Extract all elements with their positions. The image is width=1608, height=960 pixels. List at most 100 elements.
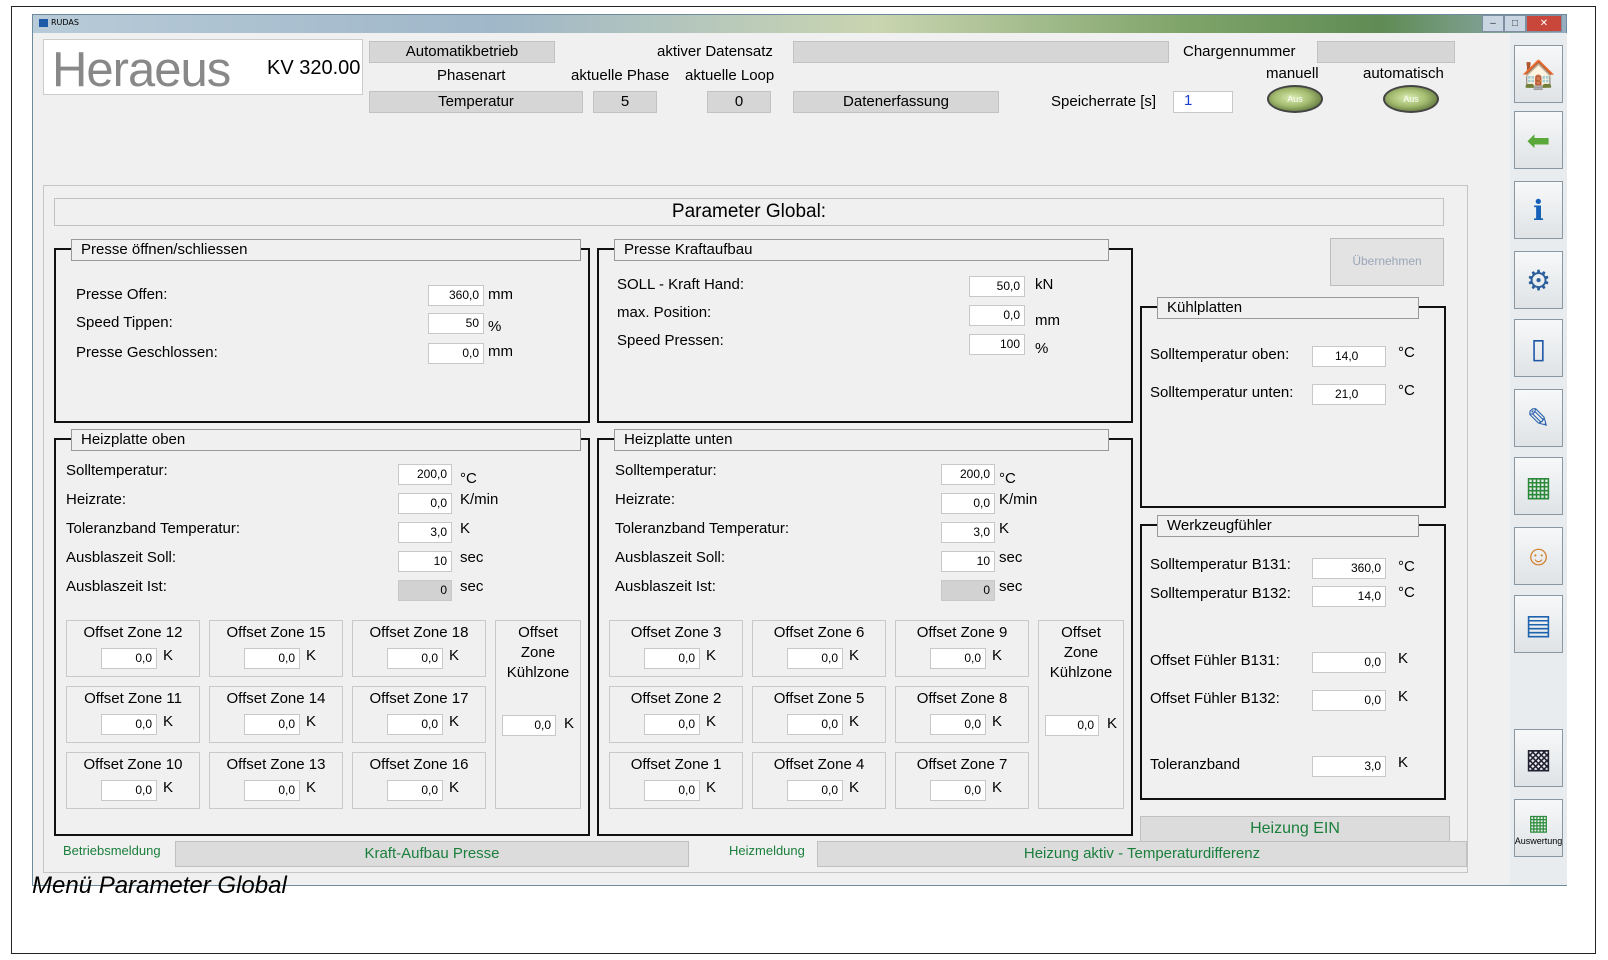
mode-display: Automatikbetrieb — [369, 41, 555, 63]
machine-icon[interactable]: ▩ — [1514, 729, 1563, 787]
zone-offset-unit: K — [449, 779, 460, 796]
oben-zone-cell: Offset Zone 17 0,0 K — [352, 686, 486, 743]
zone-offset-input[interactable]: 0,0 — [644, 648, 700, 669]
zone-offset-input[interactable]: 0,0 — [387, 714, 443, 735]
auto-label: automatisch — [1363, 65, 1444, 82]
zone-label: Offset Zone 4 — [773, 756, 865, 773]
wz-toleranz-input[interactable]: 3,0 — [1312, 756, 1386, 777]
ho-rate-unit: K/min — [460, 491, 499, 508]
hu-ausblas-soll-input[interactable]: 10 — [941, 551, 995, 572]
kraft-hand-input[interactable]: 50,0 — [969, 276, 1025, 297]
zone-offset-input[interactable]: 0,0 — [787, 714, 843, 735]
ho-rate-input[interactable]: 0,0 — [398, 493, 452, 514]
maximize-button[interactable]: □ — [1504, 15, 1526, 32]
group-kraft: Presse Kraftaufbau SOLL - Kraft Hand: 50… — [597, 239, 1133, 423]
monitor-chart-icon[interactable]: ▦ — [1514, 457, 1563, 515]
ho-tol-input[interactable]: 3,0 — [398, 522, 452, 543]
speed-pressen-label: Speed Pressen: — [617, 332, 724, 349]
current-phase-display: 5 — [593, 91, 657, 113]
wz-b132-offset-input[interactable]: 0,0 — [1312, 690, 1386, 711]
info-icon[interactable]: ℹ — [1514, 181, 1563, 239]
device-icon[interactable]: ▯ — [1514, 319, 1563, 377]
kuehl-oben-input[interactable]: 14,0 — [1312, 346, 1386, 367]
hu-tol-label: Toleranzband Temperatur: — [615, 520, 789, 537]
presse-closed-input[interactable]: 0,0 — [428, 343, 484, 364]
oben-zone-cell: Offset Zone 12 0,0 K — [66, 620, 200, 677]
zone-offset-unit: K — [992, 779, 1003, 796]
zone-label: Offset Zone 10 — [83, 756, 183, 773]
zone-offset-input[interactable]: 0,0 — [930, 714, 986, 735]
unten-zone-cell: Offset Zone 4 0,0 K — [752, 752, 886, 809]
zone-label: Offset Zone 14 — [226, 690, 326, 707]
wz-b131-soll-input[interactable]: 360,0 — [1312, 558, 1386, 579]
max-position-input[interactable]: 0,0 — [969, 305, 1025, 326]
group-presse-title: Presse öffnen/schliessen — [71, 239, 581, 261]
auto-toggle[interactable]: Aus — [1383, 85, 1439, 113]
ho-ausblas-soll-input[interactable]: 10 — [398, 551, 452, 572]
save-rate-label: Speicherrate [s] — [1051, 93, 1157, 110]
kuehl-unten-input[interactable]: 21,0 — [1312, 384, 1386, 405]
ho-soll-input[interactable]: 200,0 — [398, 464, 452, 485]
document-icon[interactable]: ▤ — [1514, 595, 1563, 653]
zone-offset-input[interactable]: 0,0 — [244, 780, 300, 801]
active-dataset-display — [793, 41, 1169, 63]
wz-b131-soll-unit: °C — [1398, 558, 1415, 575]
group-kraft-title: Presse Kraftaufbau — [614, 239, 1109, 261]
ho-soll-label: Solltemperatur: — [66, 462, 168, 479]
kuehlzone-offset-input[interactable]: 0,0 — [502, 715, 556, 736]
speed-pressen-input[interactable]: 100 — [969, 334, 1025, 355]
group-presse: Presse öffnen/schliessen Presse Offen: 3… — [54, 239, 590, 423]
user-icon[interactable]: ☺ — [1514, 527, 1563, 585]
wz-b132-soll-input[interactable]: 14,0 — [1312, 586, 1386, 607]
zone-offset-input[interactable]: 0,0 — [930, 780, 986, 801]
zone-offset-input[interactable]: 0,0 — [101, 648, 157, 669]
zone-offset-input[interactable]: 0,0 — [644, 780, 700, 801]
speed-tippen-input[interactable]: 50 — [428, 313, 484, 334]
zone-offset-input[interactable]: 0,0 — [644, 714, 700, 735]
auswertung-button[interactable]: ▦ Auswertung — [1514, 799, 1563, 857]
batch-label: Chargennummer — [1183, 43, 1296, 60]
zone-offset-unit: K — [849, 779, 860, 796]
zone-offset-input[interactable]: 0,0 — [930, 648, 986, 669]
zone-offset-input[interactable]: 0,0 — [101, 714, 157, 735]
group-werkzeug-title: Werkzeugfühler — [1157, 515, 1419, 537]
back-arrow-icon[interactable]: ⬅ — [1514, 111, 1563, 169]
settings-gears-icon[interactable]: ⚙ — [1514, 251, 1563, 309]
zone-label: Offset Zone 2 — [630, 690, 722, 707]
oben-zone-cell: Offset Zone 13 0,0 K — [209, 752, 343, 809]
zone-offset-unit: K — [706, 779, 717, 796]
zone-offset-unit: K — [163, 713, 174, 730]
notepad-edit-icon[interactable]: ✎ — [1514, 389, 1563, 447]
hu-rate-input[interactable]: 0,0 — [941, 493, 995, 514]
presse-closed-label: Presse Geschlossen: — [76, 344, 218, 361]
save-rate-input[interactable]: 1 — [1173, 91, 1233, 113]
zone-offset-input[interactable]: 0,0 — [387, 780, 443, 801]
close-button[interactable]: ✕ — [1526, 15, 1562, 32]
group-werkzeug: Werkzeugfühler Solltemperatur B131: 360,… — [1140, 515, 1446, 800]
zone-offset-input[interactable]: 0,0 — [244, 648, 300, 669]
hu-tol-input[interactable]: 3,0 — [941, 522, 995, 543]
zone-offset-input[interactable]: 0,0 — [101, 780, 157, 801]
phase-type-label: Phasenart — [437, 67, 506, 84]
hu-soll-input[interactable]: 200,0 — [941, 464, 995, 485]
presse-open-input[interactable]: 360,0 — [428, 285, 484, 306]
zone-offset-input[interactable]: 0,0 — [244, 714, 300, 735]
auswertung-label: Auswertung — [1514, 836, 1563, 846]
zone-offset-input[interactable]: 0,0 — [387, 648, 443, 669]
minimize-button[interactable]: – — [1482, 15, 1504, 32]
zone-offset-input[interactable]: 0,0 — [787, 648, 843, 669]
apply-button[interactable]: Übernehmen — [1330, 238, 1444, 286]
kraft-hand-unit: kN — [1035, 276, 1054, 293]
oben-zone-cell: Offset Zone 16 0,0 K — [352, 752, 486, 809]
max-position-label: max. Position: — [617, 304, 712, 321]
unten-zone-cell: Offset Zone 1 0,0 K — [609, 752, 743, 809]
zone-offset-unit: K — [849, 713, 860, 730]
kuehlzone-offset-input[interactable]: 0,0 — [1045, 715, 1099, 736]
home-icon[interactable]: 🏠 — [1514, 45, 1563, 103]
manual-toggle[interactable]: Aus — [1267, 85, 1323, 113]
wz-b131-offset-input[interactable]: 0,0 — [1312, 652, 1386, 673]
zone-offset-input[interactable]: 0,0 — [787, 780, 843, 801]
kuehl-oben-label: Solltemperatur oben: — [1150, 346, 1290, 363]
batch-display — [1317, 41, 1455, 63]
hu-ausblas-soll-label: Ausblaszeit Soll: — [615, 549, 726, 566]
